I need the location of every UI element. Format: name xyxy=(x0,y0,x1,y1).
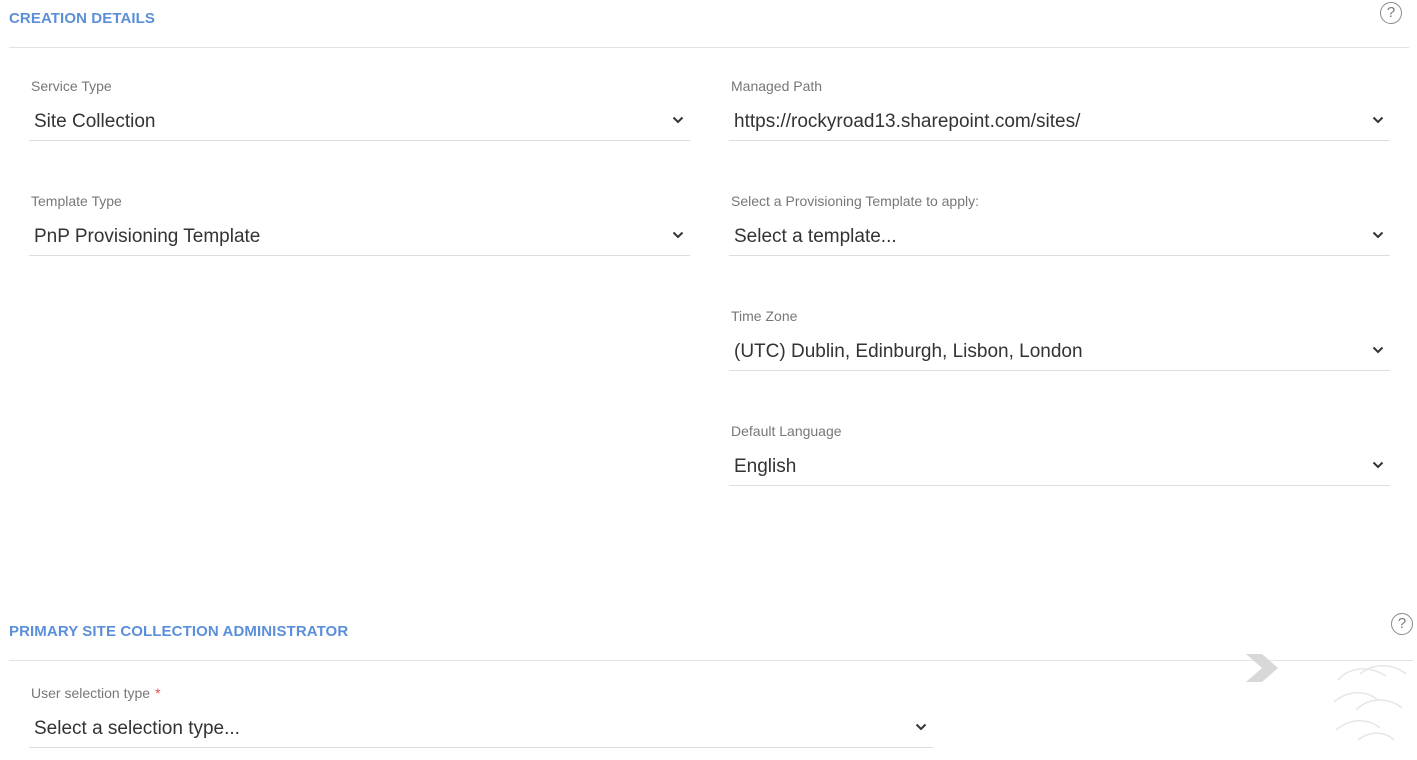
decorative-bubbles-icon xyxy=(1333,665,1407,741)
managed-path-label: Managed Path xyxy=(731,78,823,94)
template-type-field: Template Type PnP Provisioning Template xyxy=(29,193,690,259)
managed-path-field: Managed Path https://rockyroad13.sharepo… xyxy=(729,78,1390,144)
chevron-down-icon xyxy=(672,116,684,124)
default-language-field: Default Language English xyxy=(729,423,1390,489)
template-type-select[interactable]: PnP Provisioning Template xyxy=(29,215,690,256)
managed-path-select[interactable]: https://rockyroad13.sharepoint.com/sites… xyxy=(729,100,1390,141)
creation-details-help-icon[interactable]: ? xyxy=(1380,2,1402,24)
chevron-down-icon xyxy=(1372,346,1384,354)
required-marker: * xyxy=(155,685,161,701)
chevron-down-icon xyxy=(1372,116,1384,124)
template-type-value: PnP Provisioning Template xyxy=(34,226,261,247)
chevron-down-icon xyxy=(915,723,927,731)
provisioning-template-select[interactable]: Select a template... xyxy=(729,215,1390,256)
managed-path-value: https://rockyroad13.sharepoint.com/sites… xyxy=(734,111,1081,132)
service-type-value: Site Collection xyxy=(34,111,156,132)
default-language-label: Default Language xyxy=(731,423,842,439)
provisioning-template-label: Select a Provisioning Template to apply: xyxy=(731,193,979,209)
template-type-label: Template Type xyxy=(31,193,122,209)
user-selection-type-label-text: User selection type xyxy=(31,685,151,701)
creation-details-title: CREATION DETAILS xyxy=(9,10,156,27)
provisioning-template-value: Select a template... xyxy=(734,226,897,247)
default-language-value: English xyxy=(734,456,797,477)
default-language-select[interactable]: English xyxy=(729,445,1390,486)
decorative-arrow-icon xyxy=(1246,654,1278,682)
creation-details-divider xyxy=(9,47,1409,48)
time-zone-label: Time Zone xyxy=(731,308,798,324)
primary-admin-help-icon[interactable]: ? xyxy=(1391,613,1413,635)
user-selection-type-value: Select a selection type... xyxy=(34,718,240,739)
time-zone-select[interactable]: (UTC) Dublin, Edinburgh, Lisbon, London xyxy=(729,330,1390,371)
user-selection-type-field: User selection type * Select a selection … xyxy=(29,685,933,751)
chevron-down-icon xyxy=(672,231,684,239)
user-selection-type-select[interactable]: Select a selection type... xyxy=(29,707,933,748)
service-type-select[interactable]: Site Collection xyxy=(29,100,690,141)
time-zone-value: (UTC) Dublin, Edinburgh, Lisbon, London xyxy=(734,341,1083,362)
provisioning-template-field: Select a Provisioning Template to apply:… xyxy=(729,193,1390,259)
service-type-label: Service Type xyxy=(31,78,112,94)
primary-admin-title: PRIMARY SITE COLLECTION ADMINISTRATOR xyxy=(9,623,349,640)
chevron-down-icon xyxy=(1372,461,1384,469)
primary-admin-divider xyxy=(9,660,1413,661)
time-zone-field: Time Zone (UTC) Dublin, Edinburgh, Lisbo… xyxy=(729,308,1390,374)
chevron-down-icon xyxy=(1372,231,1384,239)
user-selection-type-label: User selection type * xyxy=(31,685,161,701)
site-creation-form: CREATION DETAILS ? Service Type Site Col… xyxy=(0,0,1417,760)
service-type-field: Service Type Site Collection xyxy=(29,78,690,144)
